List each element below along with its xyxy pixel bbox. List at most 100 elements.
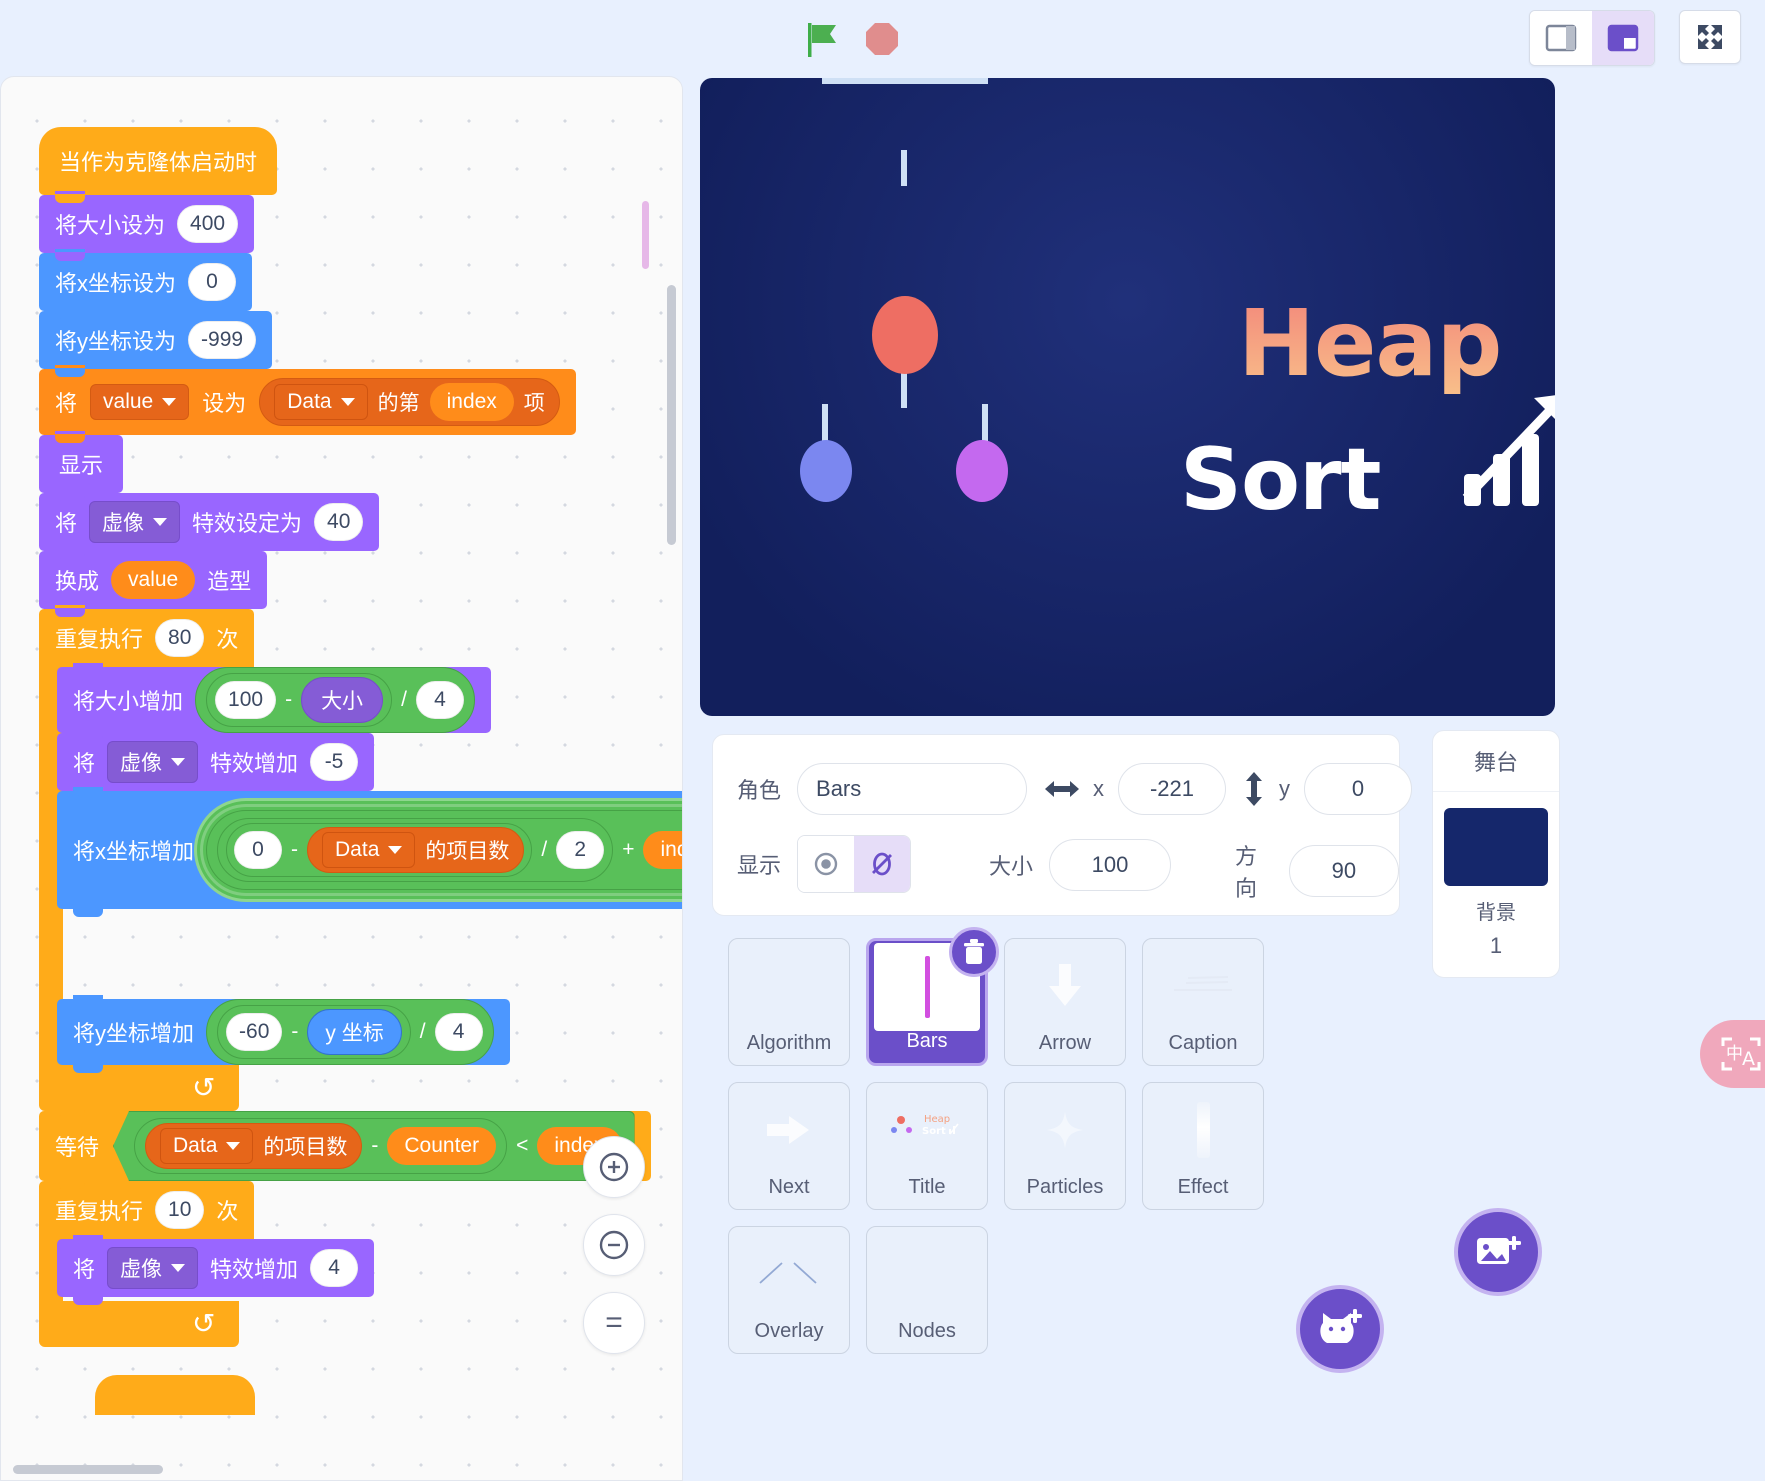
sprite-tile-effect[interactable]: Effect [1142, 1082, 1264, 1210]
zoom-in-button[interactable] [583, 1136, 645, 1198]
effect-delta-input[interactable]: -5 [310, 743, 358, 781]
zoom-reset-button[interactable]: = [583, 1292, 645, 1354]
x-input[interactable]: -221 [1118, 763, 1226, 815]
stage-card[interactable]: 舞台 背景 1 [1432, 730, 1560, 978]
x-input[interactable]: 0 [188, 263, 236, 301]
block-set-x[interactable]: 将x坐标设为 0 [39, 253, 252, 311]
list-dropdown[interactable]: Data [274, 384, 367, 420]
sprite-tile-title[interactable]: Heap Sort Title [866, 1082, 988, 1210]
add-sprite-button[interactable] [1296, 1285, 1384, 1373]
operand-c[interactable]: 4 [435, 1013, 483, 1051]
y-input[interactable]: 0 [1304, 763, 1412, 815]
code-workspace[interactable]: 当作为克隆体启动时 将大小设为 400 将x坐标设为 0 将y坐标设为 -999… [0, 76, 683, 1481]
list-length-reporter[interactable]: Data 的项目数 [307, 827, 524, 873]
less-than-operator[interactable]: Data 的项目数 - Counter < index [113, 1111, 635, 1181]
tree-connector-vertical [901, 150, 907, 186]
divide-operator[interactable]: 100 - 大小 / 4 [195, 667, 475, 733]
zoom-out-button[interactable] [583, 1214, 645, 1276]
block-set-size[interactable]: 将大小设为 400 [39, 195, 254, 253]
translate-button[interactable]: 中 A [1700, 1020, 1765, 1088]
stop-button[interactable] [862, 19, 902, 59]
list-dropdown[interactable]: Data [322, 832, 415, 868]
show-sprite-button[interactable] [798, 836, 854, 892]
effect-dropdown[interactable]: 虚像 [107, 1247, 198, 1289]
horizontal-scrollbar[interactable] [13, 1465, 163, 1474]
block-change-y-by[interactable]: 将y坐标增加 -60 - y 坐标 / 4 [57, 999, 510, 1065]
stage-canvas[interactable]: Heap Sort [700, 78, 1555, 716]
operand-c[interactable]: 4 [416, 681, 464, 719]
block-label: 将x坐标增加 [73, 834, 194, 866]
add-operator[interactable]: 0 - Data 的项目数 / 2 + index [206, 810, 683, 890]
operand-a[interactable]: 100 [215, 681, 276, 719]
index-variable[interactable]: index [643, 831, 683, 869]
sprite-tile-bars[interactable]: Bars [866, 938, 988, 1066]
hide-sprite-button[interactable] [854, 836, 910, 892]
variable-dropdown[interactable]: value [90, 384, 189, 420]
stage-backdrop-thumbnail [1444, 808, 1548, 886]
subtract-operator[interactable]: 100 - 大小 [206, 673, 392, 727]
block-change-x-by[interactable]: 将x坐标增加 0 - Data 的项目数 / [57, 791, 683, 909]
block-switch-costume[interactable]: 换成 value 造型 [39, 551, 267, 609]
image-plus-icon [1475, 1232, 1521, 1272]
block-change-ghost-effect-minus5[interactable]: 将 虚像 特效增加 -5 [57, 733, 374, 791]
costume-variable[interactable]: value [111, 561, 195, 599]
sprite-name-input[interactable]: Bars [797, 763, 1027, 815]
large-stage-button[interactable] [1592, 11, 1654, 65]
sprite-tile-next[interactable]: Next [728, 1082, 850, 1210]
effect-delta-input[interactable]: 4 [310, 1249, 358, 1287]
divide-operator[interactable]: 0 - Data 的项目数 / 2 [217, 818, 613, 882]
size-input[interactable]: 400 [177, 205, 238, 243]
subtract-operator[interactable]: Data 的项目数 - Counter [134, 1118, 507, 1174]
subtract-operator[interactable]: 0 - Data 的项目数 [226, 823, 532, 877]
green-flag-button[interactable] [800, 17, 844, 61]
sprite-tile-nodes[interactable]: Nodes [866, 1226, 988, 1354]
block-change-size-by[interactable]: 将大小增加 100 - 大小 / 4 [57, 667, 491, 733]
block-set-ghost-effect[interactable]: 将 虚像 特效设定为 40 [39, 493, 379, 551]
delete-sprite-button[interactable] [949, 927, 999, 977]
sprite-tile-caption[interactable]: Caption [1142, 938, 1264, 1066]
divide-operator[interactable]: -60 - y 坐标 / 4 [206, 999, 494, 1065]
block-repeat-80[interactable]: 重复执行 80 次 [39, 609, 254, 667]
y-position-reporter[interactable]: y 坐标 [307, 1009, 401, 1055]
counter-variable[interactable]: Counter [387, 1127, 496, 1165]
effect-value-input[interactable]: 40 [314, 503, 363, 541]
sprite-tile-arrow[interactable]: Arrow [1004, 938, 1126, 1066]
add-backdrop-button[interactable] [1454, 1208, 1542, 1296]
block-set-y[interactable]: 将y坐标设为 -999 [39, 311, 272, 369]
block-when-i-start-as-clone[interactable]: 当作为克隆体启动时 [39, 127, 277, 195]
subtract-operator[interactable]: -60 - y 坐标 [217, 1005, 411, 1059]
growth-chart-icon [1456, 378, 1555, 518]
size-input[interactable]: 100 [1049, 839, 1171, 891]
operand-a[interactable]: 0 [234, 831, 282, 869]
sprite-tile-overlay[interactable]: Overlay [728, 1226, 850, 1354]
block-repeat-10[interactable]: 重复执行 10 次 [39, 1181, 254, 1239]
size-reporter[interactable]: 大小 [301, 677, 383, 723]
operand-a[interactable]: -60 [226, 1013, 282, 1051]
loop-arrow-icon: ↻ [192, 1310, 215, 1338]
chevron-lines-icon [739, 1233, 839, 1315]
sprite-tile-algorithm[interactable]: Algorithm [728, 938, 850, 1066]
effect-dropdown[interactable]: 虚像 [89, 501, 180, 543]
block-show[interactable]: 显示 [39, 435, 123, 493]
fullscreen-button[interactable] [1679, 10, 1741, 64]
list-length-reporter[interactable]: Data 的项目数 [145, 1123, 362, 1169]
list-item-reporter[interactable]: Data 的第 index 项 [259, 378, 560, 426]
direction-input[interactable]: 90 [1289, 845, 1399, 897]
list-dropdown[interactable]: Data [160, 1128, 253, 1164]
block-set-variable-to-list-item[interactable]: 将 value 设为 Data 的第 index 项 [39, 369, 576, 435]
repeat-count-input[interactable]: 10 [155, 1191, 204, 1229]
sprite-tile-particles[interactable]: Particles [1004, 1082, 1126, 1210]
y-input[interactable]: -999 [188, 321, 256, 359]
sprite-name: Caption [1169, 1032, 1238, 1055]
block-wait-until[interactable]: 等待 Data 的项目数 - Counter < index [39, 1111, 651, 1181]
index-variable[interactable]: index [430, 383, 514, 421]
block-partial-next-stack[interactable] [95, 1375, 255, 1415]
small-stage-button[interactable] [1530, 11, 1592, 65]
block-change-ghost-effect-4[interactable]: 将 虚像 特效增加 4 [57, 1239, 374, 1297]
vertical-scrollbar[interactable] [667, 285, 676, 545]
effect-dropdown[interactable]: 虚像 [107, 741, 198, 783]
sprite-panel: 角色 Bars x -221 y 0 显示 [700, 730, 1412, 1465]
repeat-count-input[interactable]: 80 [155, 619, 204, 657]
block-label-prefix: 将 [55, 506, 77, 538]
operand-b[interactable]: 2 [556, 831, 604, 869]
